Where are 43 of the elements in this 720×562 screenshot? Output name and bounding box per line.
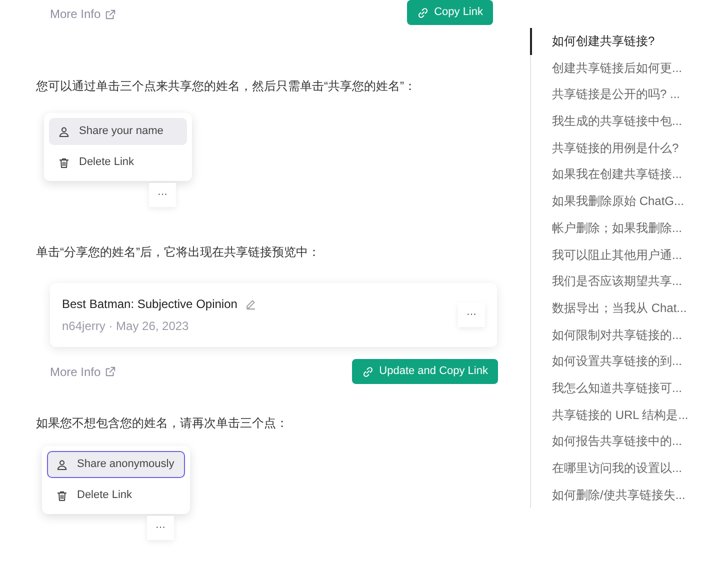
- toc-link[interactable]: 创建共享链接后如何更...: [530, 54, 720, 82]
- toc-link[interactable]: 如何设置共享链接的到...: [530, 348, 720, 375]
- more-info-link[interactable]: More Info: [50, 5, 116, 23]
- more-options-button[interactable]: ···: [149, 183, 176, 207]
- person-icon: [56, 458, 68, 470]
- more-info-link[interactable]: More Info: [50, 362, 116, 380]
- toc-link[interactable]: 如何限制对共享链接的...: [530, 322, 720, 348]
- toc-link[interactable]: 共享链接的用例是什么?: [530, 134, 720, 162]
- preview-meta: n64jerry · May 26, 2023: [62, 318, 190, 335]
- toc-link[interactable]: 如何删除/使共享链接失...: [530, 482, 720, 508]
- toc-link[interactable]: 我生成的共享链接中包...: [530, 108, 720, 135]
- copy-link-button[interactable]: Copy Link: [407, 0, 493, 25]
- trash-icon: [56, 490, 68, 502]
- toc-link[interactable]: 如何创建共享链接?: [530, 28, 720, 55]
- menu-item[interactable]: Share your name: [49, 118, 187, 145]
- menu-item[interactable]: Delete Link: [47, 482, 185, 509]
- link-icon: [362, 366, 374, 378]
- more-options-button[interactable]: ···: [147, 516, 174, 540]
- toc-link[interactable]: 我可以阻止其他用户通...: [530, 242, 720, 268]
- toc-link[interactable]: 共享链接的 URL 结构是...: [530, 402, 720, 428]
- toc-link[interactable]: 我们是否应该期望共享...: [530, 268, 720, 295]
- paragraph: 您可以通过单击三个点来共享您的姓名，然后只需单击“共享您的姓名”：: [36, 78, 417, 95]
- toc-link[interactable]: 如何报告共享链接中的...: [530, 428, 720, 455]
- toc-link[interactable]: 在哪里访问我的设置以...: [530, 455, 720, 482]
- trash-icon: [58, 156, 70, 168]
- pencil-icon: [245, 298, 256, 310]
- update-copy-link-button[interactable]: Update and Copy Link: [352, 359, 498, 384]
- toc-link[interactable]: 我怎么知道共享链接可...: [530, 374, 720, 402]
- preview-title: Best Batman: Subjective Opinion: [62, 296, 238, 313]
- toc-link[interactable]: 帐户删除；如果我删除...: [530, 214, 720, 242]
- external-link-icon: [104, 366, 116, 377]
- menu-item[interactable]: Delete Link: [49, 149, 187, 176]
- toc-link[interactable]: 如果我在创建共享链接...: [530, 161, 720, 188]
- toc-link[interactable]: 如果我删除原始 ChatG...: [530, 188, 720, 215]
- paragraph: 如果您不想包含您的姓名，请再次单击三个点：: [36, 415, 289, 432]
- more-options-button[interactable]: ···: [458, 303, 485, 327]
- person-icon: [58, 126, 70, 138]
- paragraph: 单击“分享您的姓名”后，它将出现在共享链接预览中：: [36, 244, 321, 261]
- menu-item[interactable]: Share anonymously: [47, 451, 185, 478]
- toc-link[interactable]: 共享链接是公开的吗? ...: [530, 81, 720, 108]
- external-link-icon: [104, 8, 116, 20]
- toc-link[interactable]: 数据导出；当我从 Chat...: [530, 294, 720, 322]
- link-icon: [417, 6, 430, 18]
